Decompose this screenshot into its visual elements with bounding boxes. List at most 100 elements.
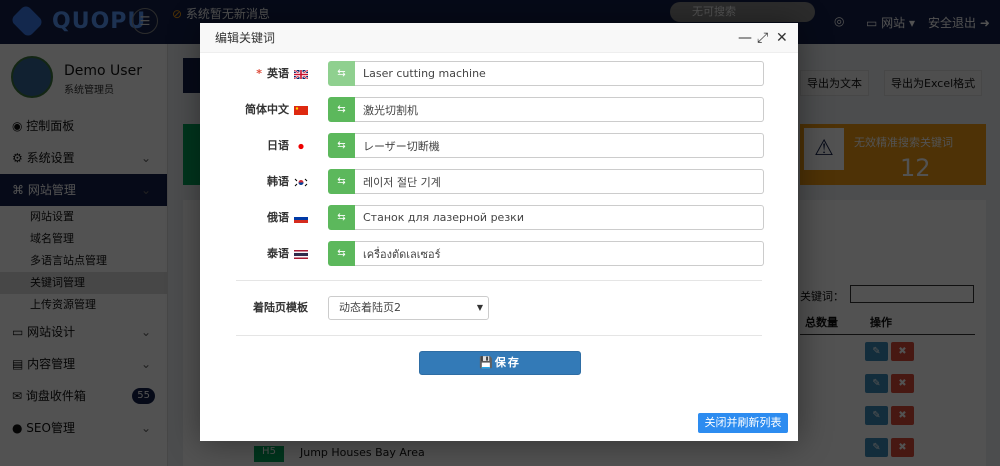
delete-icon[interactable]: ✖ <box>891 342 914 361</box>
translate-icon[interactable]: ⇆ <box>328 133 355 158</box>
th-flag-icon <box>294 249 308 259</box>
save-button[interactable]: 💾保存 <box>419 351 581 375</box>
warning-icon: ⚠ <box>804 128 844 170</box>
sidebar-subitem-keywords[interactable]: 关键词管理 <box>0 272 167 294</box>
translate-icon[interactable]: ⇆ <box>328 169 355 194</box>
sidebar-item-design[interactable]: ▭ 网站设计 ⌄ <box>0 316 167 348</box>
field-label: 韩语 <box>267 169 308 195</box>
template-value: 动态着陆页2 <box>339 301 401 314</box>
label-text: 日语 <box>267 139 289 152</box>
row-keyword: Jump Houses Bay Area <box>300 446 425 459</box>
edit-icon[interactable]: ✎ <box>865 406 888 425</box>
logo-icon <box>10 4 44 38</box>
sidebar-item-site[interactable]: ⌘ 网站管理 ⌄ <box>0 174 167 206</box>
label: 系统设置 <box>26 151 75 165</box>
label-text: 韩语 <box>267 175 289 188</box>
delete-icon[interactable]: ✖ <box>891 374 914 393</box>
chevron-down-icon: ⌄ <box>140 357 151 371</box>
close-and-refresh-button[interactable]: 关闭并刷新列表 <box>698 413 788 433</box>
label-text: 英语 <box>267 67 289 80</box>
ban-icon: ⊘ <box>172 7 183 21</box>
field-label: 俄语 <box>267 205 308 231</box>
english-input[interactable] <box>355 61 764 86</box>
avatar <box>11 56 53 98</box>
divider <box>236 335 762 336</box>
filter-label: 关键词： <box>800 290 844 303</box>
logout-label: 安全退出 <box>928 16 977 30</box>
translate-icon[interactable]: ⇆ <box>328 97 355 122</box>
menu-toggle-icon[interactable]: ☰ <box>132 8 158 34</box>
col-actions-header[interactable]: 操作 <box>870 314 892 330</box>
edit-icon[interactable]: ✎ <box>865 374 888 393</box>
card-title: 无效精准搜索关键词 <box>854 136 953 149</box>
sidebar-subitem-multilang[interactable]: 多语言站点管理 <box>0 250 167 272</box>
sidebar-subitem-site-settings[interactable]: 网站设置 <box>0 206 167 228</box>
uk-flag-icon <box>294 69 308 79</box>
label: 网站设计 <box>27 325 76 339</box>
minimize-icon[interactable]: — <box>738 29 752 47</box>
label: 询盘收件箱 <box>25 389 86 403</box>
floppy-icon: 💾 <box>479 356 495 369</box>
chinese-input[interactable] <box>355 97 764 122</box>
cn-flag-icon <box>294 105 308 115</box>
search-input[interactable]: 无可搜索 <box>670 2 815 22</box>
logout-button[interactable]: 安全退出 ➜ <box>928 14 990 31</box>
sidebar-item-content[interactable]: ▤ 内容管理 ⌄ <box>0 348 167 380</box>
thai-input[interactable] <box>355 241 764 266</box>
col-count-header[interactable]: 总数量 <box>805 314 838 330</box>
field-row-russian: 俄语 ⇆ <box>200 205 798 231</box>
translate-icon[interactable]: ⇆ <box>328 241 355 266</box>
delete-icon[interactable]: ✖ <box>891 406 914 425</box>
row-tag: H5 <box>254 446 284 462</box>
sidebar-item-seo[interactable]: ● SEO管理 ⌄ <box>0 412 167 444</box>
ru-flag-icon <box>294 213 308 223</box>
delete-icon[interactable]: ✖ <box>891 438 914 457</box>
field-row-thai: 泰语 ⇆ <box>200 241 798 267</box>
field-row-english: * 英语 ⇆ <box>200 61 798 87</box>
user-role: 系统管理员 <box>64 85 114 96</box>
action-button[interactable] <box>183 58 201 93</box>
label: 控制面板 <box>26 119 75 133</box>
chevron-down-icon: ⌄ <box>140 151 151 165</box>
translate-icon[interactable]: ⇆ <box>328 205 355 230</box>
sidebar-item-inbox[interactable]: ✉ 询盘收件箱 55 <box>0 380 167 412</box>
inbox-badge: 55 <box>132 388 155 404</box>
label-text: 俄语 <box>267 211 289 224</box>
sidebar-item-dashboard[interactable]: ◉ 控制面板 <box>0 110 167 142</box>
modal-header: 编辑关键词 <box>200 23 798 53</box>
edit-icon[interactable]: ✎ <box>865 438 888 457</box>
website-menu[interactable]: ▭ 网站 ▾ <box>866 14 915 31</box>
translate-icon[interactable]: ⇆ <box>328 61 355 86</box>
korean-input[interactable] <box>355 169 764 194</box>
label: SEO管理 <box>26 421 75 435</box>
sidebar-subitem-uploads[interactable]: 上传资源管理 <box>0 294 167 316</box>
sidebar-item-settings[interactable]: ⚙ 系统设置 ⌄ <box>0 142 167 174</box>
stat-card-green <box>183 124 201 185</box>
edit-icon[interactable]: ✎ <box>865 342 888 361</box>
field-label: 泰语 <box>267 241 308 267</box>
field-label: 日语 <box>267 133 308 159</box>
chevron-down-icon: ⌄ <box>140 183 151 197</box>
sidebar-subitem-domains[interactable]: 域名管理 <box>0 228 167 250</box>
caret-down-icon: ▼ <box>476 303 483 312</box>
label: 网站管理 <box>27 183 76 197</box>
export-excel-button[interactable]: 导出为Excel格式 <box>884 70 983 96</box>
chevron-down-icon: ⌄ <box>140 325 151 339</box>
field-row-chinese: 简体中文 ⇆ <box>200 97 798 123</box>
close-icon[interactable]: ✕ <box>776 29 788 47</box>
jp-flag-icon <box>294 141 308 151</box>
japanese-input[interactable] <box>355 133 764 158</box>
edit-keyword-modal: 编辑关键词 — ⤢ ✕ *英语 ⇆ 简体中文 ⇆ 日语 ⇆ 韩语 ⇆ 俄语 ⇆ … <box>200 23 798 441</box>
russian-input[interactable] <box>355 205 764 230</box>
template-select[interactable]: 动态着陆页2 ▼ <box>328 296 489 320</box>
field-row-template: 着陆页模板 <box>200 295 798 321</box>
kr-flag-icon <box>294 177 308 187</box>
filter-input[interactable] <box>850 285 974 303</box>
theme-icon[interactable]: ◎ <box>834 14 844 28</box>
logo[interactable]: QUOPU <box>10 4 146 38</box>
maximize-icon[interactable]: ⤢ <box>757 29 768 47</box>
label-text: 泰语 <box>267 247 289 260</box>
divider <box>236 280 762 281</box>
notice[interactable]: ⊘ 系统暂无新消息 <box>172 5 270 22</box>
export-text-button[interactable]: 导出为文本 <box>800 70 869 96</box>
